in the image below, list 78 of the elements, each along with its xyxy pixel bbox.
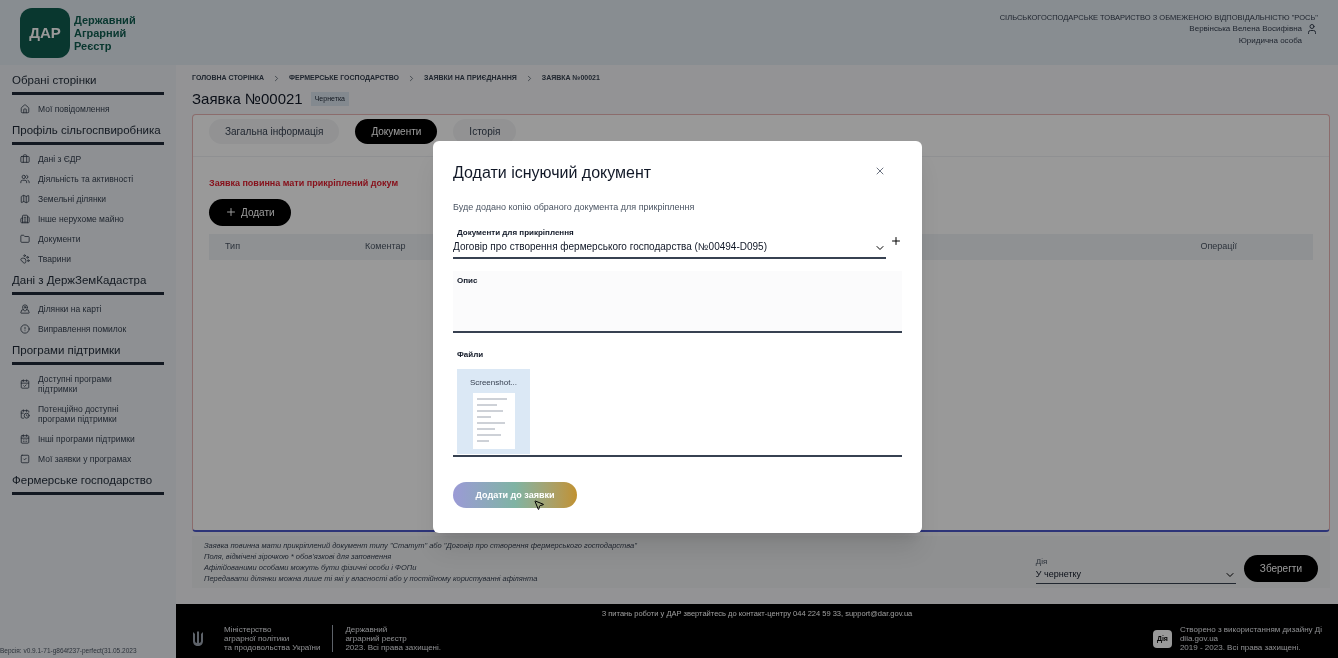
user-name: Вервінська Велена Восифівна <box>1189 23 1302 36</box>
add-document-button[interactable] <box>890 234 902 247</box>
document-preview-icon <box>472 392 515 449</box>
trident-icon <box>192 630 204 647</box>
tab[interactable]: Документи <box>355 119 438 144</box>
logo-mark: ДАР <box>20 8 70 58</box>
field-label: Дія <box>1035 555 1049 568</box>
sidebar-heading: Обрані сторінки <box>12 73 164 95</box>
tab[interactable]: Загальна інформація <box>209 119 340 144</box>
column-header: Операції <box>1200 239 1237 253</box>
description-field[interactable]: Опис <box>453 270 902 333</box>
close-icon <box>874 165 886 177</box>
logo-text: Державний <box>74 13 136 27</box>
registry-text: аграрний реєстр <box>345 634 408 644</box>
field-label: Файли <box>456 348 485 361</box>
user-role: Юридична особа <box>1238 35 1302 48</box>
ministry-text: та продовольства України <box>224 643 321 653</box>
sidebar-item[interactable]: Потенційно доступні програми підтримки <box>12 399 164 429</box>
sidebar-item[interactable]: Діяльність та активності <box>12 169 164 189</box>
diia-text: diia.gov.ua <box>1179 634 1220 644</box>
map-icon <box>20 194 30 204</box>
save-button[interactable]: Зберегти <box>1243 555 1318 582</box>
column-header: Коментар <box>365 239 406 253</box>
building-icon <box>20 214 30 224</box>
action-select[interactable]: Дія У чернетку <box>1035 555 1236 584</box>
dialog-title: Додати існуючий документ <box>453 163 652 183</box>
warning-text: Заявка повинна мати прикріплений докум <box>209 177 400 190</box>
sidebar-heading: Фермерське господарство <box>12 473 164 495</box>
briefcase-icon <box>20 154 30 164</box>
calendar-icon <box>20 434 30 444</box>
sidebar-item[interactable]: Тварини <box>12 249 164 269</box>
sidebar-item[interactable]: Ділянки на карті <box>12 299 164 319</box>
sidebar-heading: Програми підтримки <box>12 343 164 365</box>
registry-text: Державний <box>345 625 389 635</box>
page-title: Заявка №00021 <box>192 88 303 109</box>
diia-text: 2019 - 2023. Всі права захищені. <box>1179 643 1302 653</box>
field-label: Опис <box>456 274 479 287</box>
home-icon <box>20 104 30 114</box>
field-value: У чернетку <box>1035 567 1083 581</box>
plus-icon <box>225 206 237 218</box>
sidebar-item[interactable]: Мої заявки у програмах <box>12 449 164 469</box>
close-button[interactable] <box>874 165 886 177</box>
sidebar-item[interactable]: Інше нерухоме майно <box>12 209 164 229</box>
checkbox-icon <box>20 454 30 464</box>
calendar-icon <box>20 409 30 419</box>
people-icon <box>20 174 30 184</box>
sidebar-heading: Дані з ДержЗемКадастра <box>12 273 164 295</box>
ministry-text: аграрної політики <box>224 634 291 644</box>
sidebar-item[interactable]: Дані з ЄДР <box>12 149 164 169</box>
registry-text: 2023. Всі права захищені. <box>345 643 441 653</box>
paw-icon <box>20 254 30 264</box>
logo-text: Аграрний <box>74 26 128 40</box>
field-label: Документи для прикріплення <box>456 226 575 239</box>
logo-text: Реєстр <box>74 39 113 53</box>
sidebar-item[interactable]: Земельні ділянки <box>12 189 164 209</box>
file-name: Screenshot... <box>469 376 518 389</box>
diia-text: Створено з використанням дизайну Ді <box>1179 625 1322 635</box>
user-icon[interactable] <box>1306 23 1318 36</box>
column-header: Тип <box>225 239 241 253</box>
add-button[interactable]: Додати <box>209 198 291 226</box>
plus-icon <box>890 234 902 247</box>
ministry-text: Міністерство <box>224 625 273 635</box>
sidebar-item[interactable]: Інші програми підтримки <box>12 429 164 449</box>
alert-icon <box>20 324 30 334</box>
folder-icon <box>20 234 30 244</box>
file-thumbnail[interactable]: Screenshot... <box>457 368 530 454</box>
cursor-icon <box>533 498 545 511</box>
sidebar-item[interactable]: Виправлення помилок <box>12 319 164 339</box>
dialog-subtitle: Буде додано копію обраного документа для прикріплення <box>453 201 696 214</box>
sidebar-item[interactable]: Мої повідомлення <box>12 99 164 119</box>
document-select[interactable]: Документи для прикріплення Договір про створення фермерського господарства (№00494-D095) <box>453 226 886 259</box>
sidebar-item[interactable]: Доступні програми підтримки <box>12 369 164 399</box>
field-value: Договір про створення фермерського господарства (№00494-D095) <box>453 239 768 254</box>
chevron-right-icon <box>407 73 416 83</box>
calendar-icon <box>20 379 30 389</box>
sidebar-item[interactable]: Документи <box>12 229 164 249</box>
sidebar-heading: Профіль сільгоспвиробника <box>12 123 164 145</box>
map-pin-icon <box>20 304 30 314</box>
